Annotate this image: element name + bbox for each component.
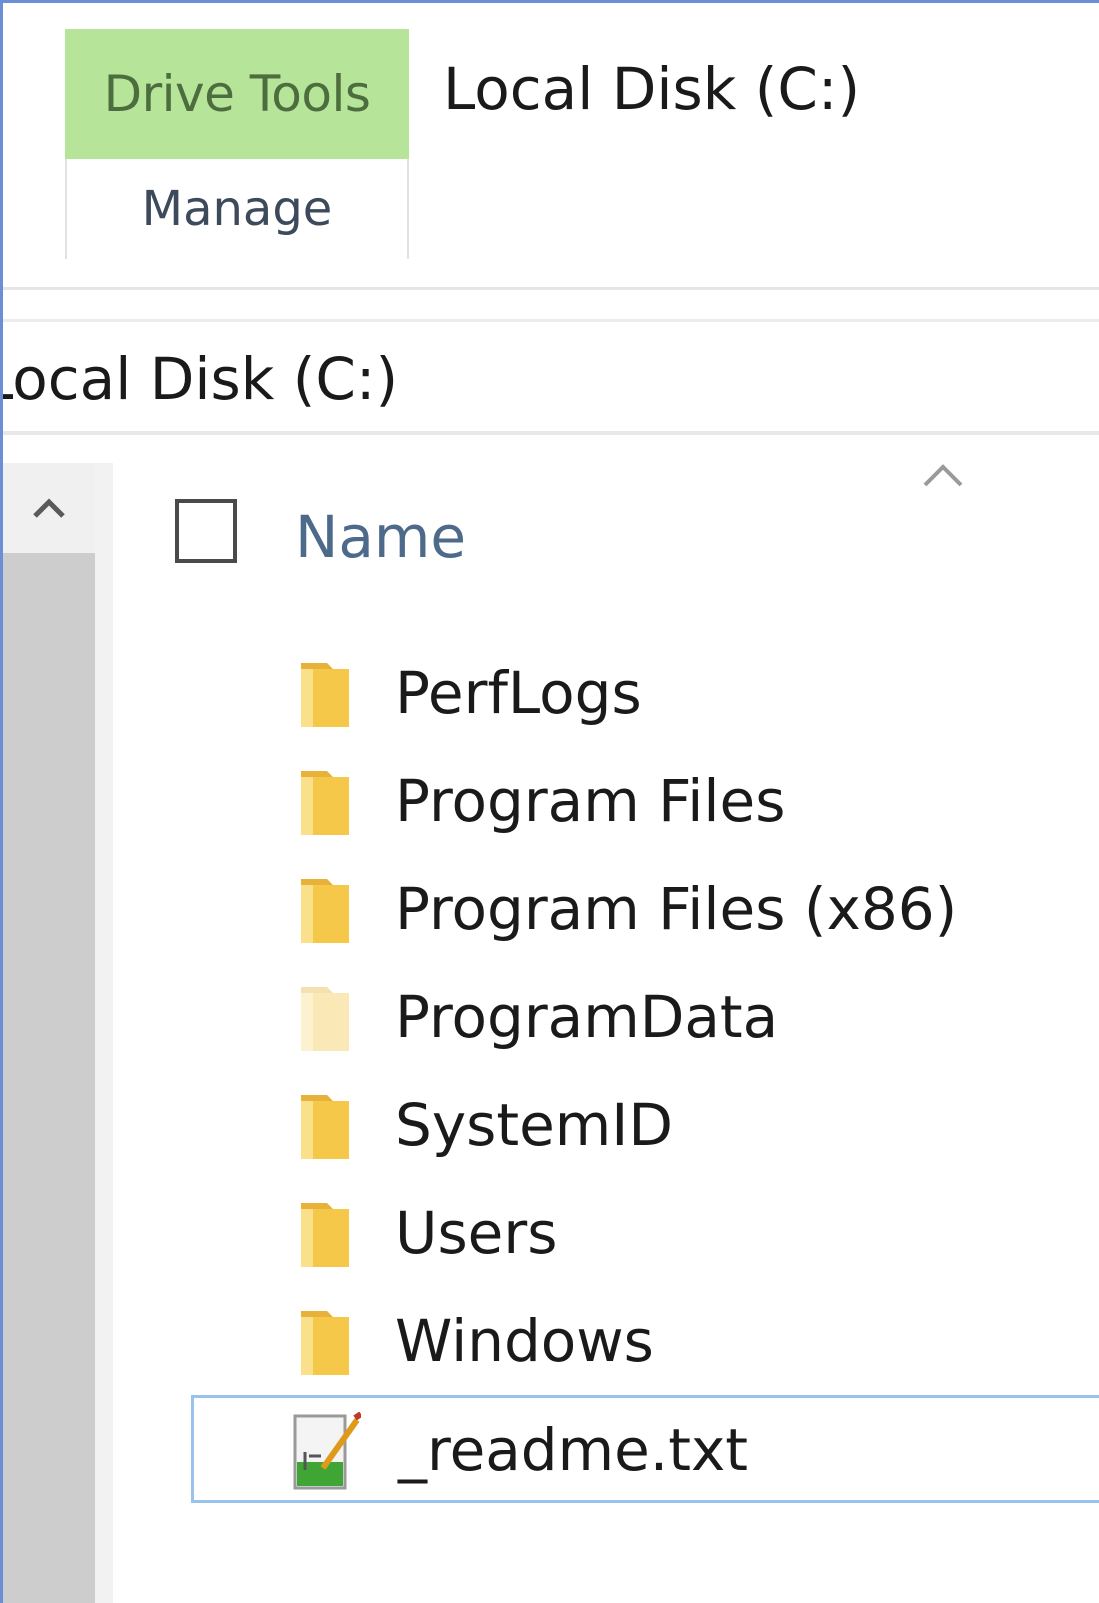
manage-tab-label: Manage bbox=[141, 181, 333, 237]
chevron-up-icon bbox=[33, 498, 65, 518]
folder-icon bbox=[301, 879, 349, 943]
list-item[interactable]: Windows bbox=[191, 1289, 1099, 1397]
navigation-pane-scrollbar[interactable] bbox=[3, 463, 95, 1603]
item-name: SystemID bbox=[395, 1091, 674, 1159]
item-name: _readme.txt bbox=[398, 1416, 749, 1484]
list-item[interactable]: Program Files bbox=[191, 749, 1099, 857]
address-bar[interactable]: Local Disk (C:) bbox=[3, 323, 1099, 431]
address-divider bbox=[3, 431, 1099, 435]
list-item[interactable]: PerfLogs bbox=[191, 641, 1099, 749]
folder-icon bbox=[301, 987, 349, 1051]
address-path[interactable]: Local Disk (C:) bbox=[3, 345, 398, 413]
sort-ascending-icon bbox=[921, 461, 965, 493]
drive-tools-label: Drive Tools bbox=[103, 65, 371, 123]
scroll-up-button[interactable] bbox=[3, 463, 95, 553]
folder-icon bbox=[301, 771, 349, 835]
folder-icon bbox=[301, 663, 349, 727]
ribbon-divider bbox=[3, 319, 1099, 322]
list-item[interactable]: SystemID bbox=[191, 1073, 1099, 1181]
item-name: Program Files bbox=[395, 767, 786, 835]
tab-manage[interactable]: Manage bbox=[65, 159, 409, 259]
drive-tools-tab-group: Drive Tools bbox=[65, 29, 409, 159]
list-item[interactable]: Program Files (x86) bbox=[191, 857, 1099, 965]
item-name: PerfLogs bbox=[395, 659, 642, 727]
column-header-name[interactable]: Name bbox=[295, 503, 466, 571]
list-item[interactable]: Users bbox=[191, 1181, 1099, 1289]
list-item[interactable]: ProgramData bbox=[191, 965, 1099, 1073]
folder-icon bbox=[301, 1311, 349, 1375]
text-file-icon bbox=[293, 1412, 361, 1490]
item-name: Windows bbox=[395, 1307, 654, 1375]
file-explorer-window: Drive Tools Manage Local Disk (C:) Local… bbox=[0, 0, 1099, 1603]
list-item-selected[interactable]: _readme.txt bbox=[191, 1395, 1099, 1503]
item-name: ProgramData bbox=[395, 983, 779, 1051]
item-name: Users bbox=[395, 1199, 558, 1267]
folder-icon bbox=[301, 1095, 349, 1159]
select-all-checkbox[interactable] bbox=[175, 499, 237, 563]
item-name: Program Files (x86) bbox=[395, 875, 958, 943]
ribbon-divider bbox=[3, 287, 1099, 290]
folder-icon bbox=[301, 1203, 349, 1267]
pane-splitter[interactable] bbox=[95, 463, 113, 1603]
window-title: Local Disk (C:) bbox=[443, 55, 861, 123]
